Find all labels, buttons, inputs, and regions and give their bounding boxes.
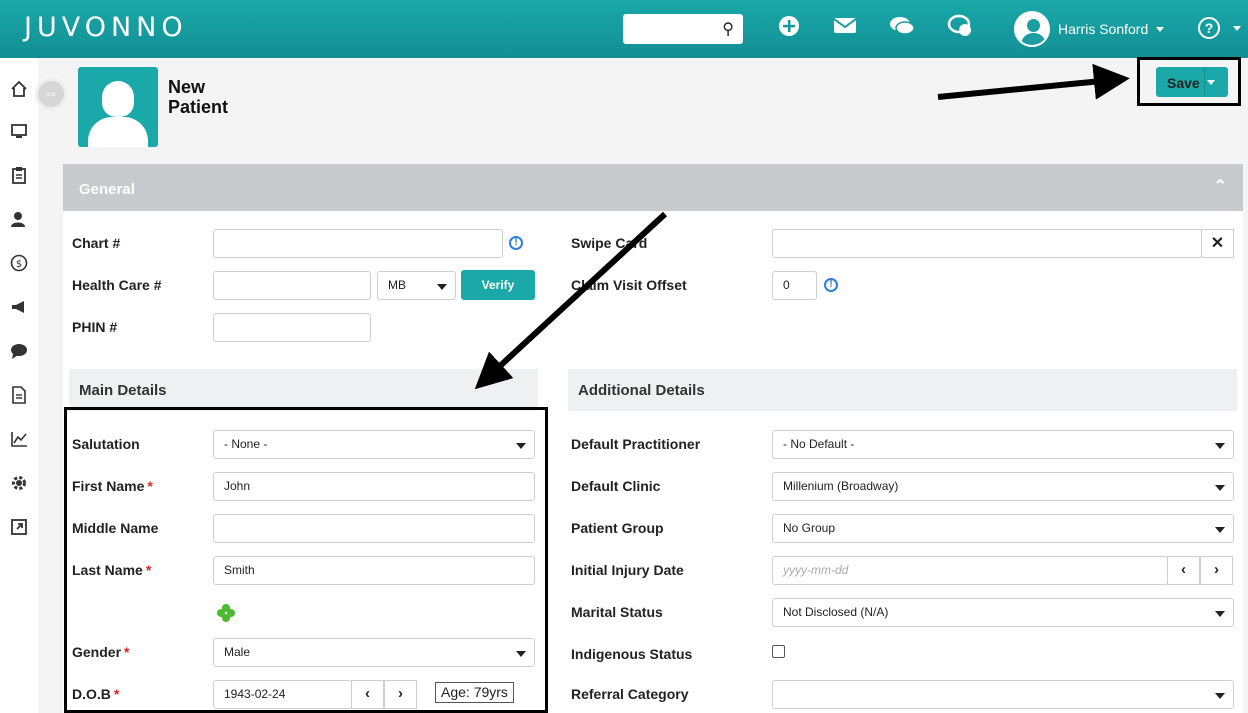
arrow-to-main-details (474, 211, 668, 390)
arrow-to-save (937, 63, 1130, 100)
annotation-arrows (474, 63, 1130, 390)
